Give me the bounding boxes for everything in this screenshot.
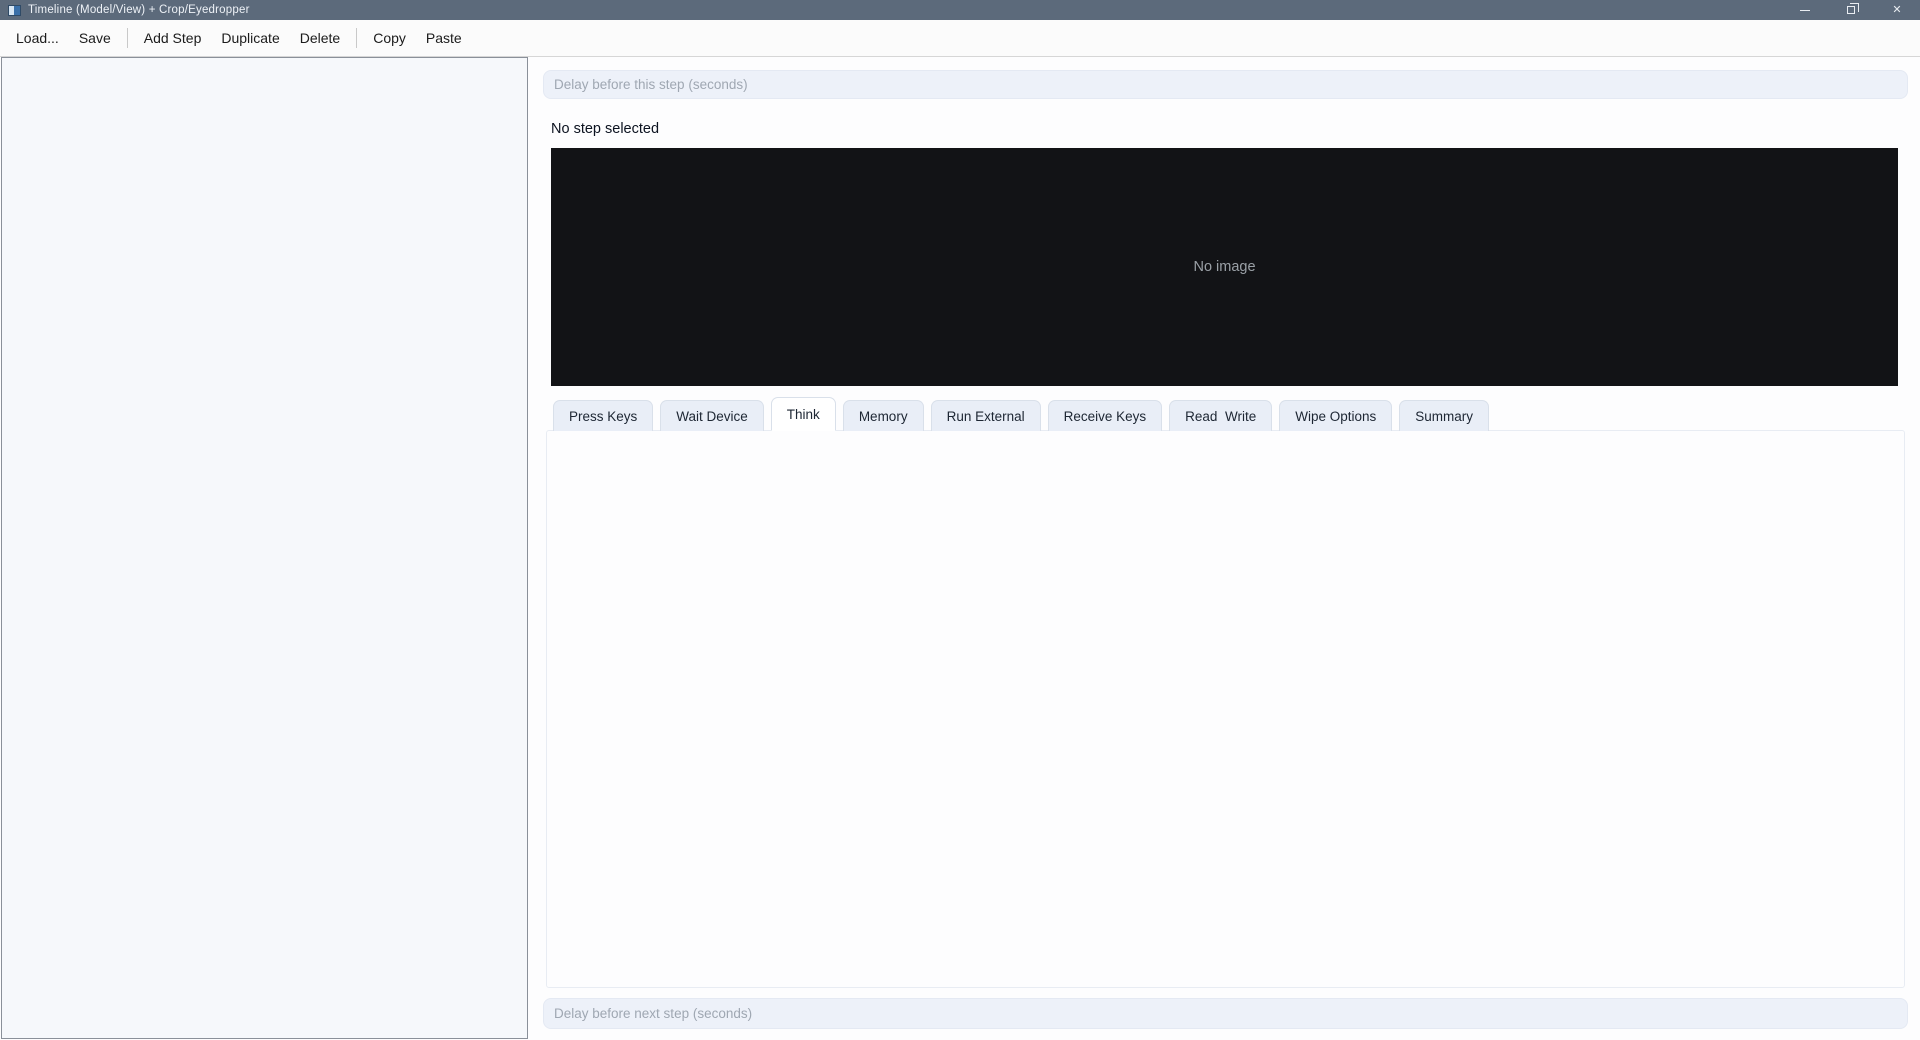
restore-button[interactable] bbox=[1828, 0, 1874, 20]
minimize-icon bbox=[1800, 9, 1810, 11]
tab-wait-device[interactable]: Wait Device bbox=[660, 400, 764, 431]
tab-summary[interactable]: Summary bbox=[1399, 400, 1490, 431]
timeline-step-list[interactable] bbox=[1, 57, 528, 1039]
close-icon: ✕ bbox=[1892, 3, 1902, 16]
tab-think[interactable]: Think bbox=[770, 397, 836, 431]
paste-button[interactable]: Paste bbox=[416, 25, 472, 51]
restore-icon bbox=[1847, 3, 1859, 14]
tab-memory[interactable]: Memory bbox=[842, 400, 924, 431]
delay-before-step-input[interactable] bbox=[543, 70, 1908, 99]
minimize-button[interactable] bbox=[1782, 0, 1828, 20]
close-button[interactable]: ✕ bbox=[1874, 0, 1920, 20]
no-image-label: No image bbox=[1193, 259, 1256, 275]
title-bar: Timeline (Model/View) + Crop/Eyedropper … bbox=[0, 0, 1920, 20]
app-icon bbox=[8, 4, 21, 16]
window-title: Timeline (Model/View) + Crop/Eyedropper bbox=[28, 4, 250, 16]
think-tab-panel bbox=[546, 430, 1905, 988]
window-controls: ✕ bbox=[1782, 0, 1920, 20]
tab-read-write[interactable]: Read Write bbox=[1169, 400, 1273, 431]
delete-button[interactable]: Delete bbox=[290, 25, 350, 51]
toolbar-separator bbox=[356, 28, 358, 48]
tab-run-external[interactable]: Run External bbox=[930, 400, 1041, 431]
save-button[interactable]: Save bbox=[69, 25, 121, 51]
duplicate-button[interactable]: Duplicate bbox=[211, 25, 289, 51]
add-step-button[interactable]: Add Step bbox=[134, 25, 212, 51]
tab-press-keys[interactable]: Press Keys bbox=[553, 400, 654, 431]
toolbar: Load... Save Add Step Duplicate Delete C… bbox=[0, 20, 1920, 57]
copy-button[interactable]: Copy bbox=[363, 25, 416, 51]
delay-before-next-step-input[interactable] bbox=[543, 998, 1908, 1029]
tab-receive-keys[interactable]: Receive Keys bbox=[1047, 400, 1163, 431]
step-type-tabs: Press Keys Wait Device Think Memory Run … bbox=[553, 397, 1490, 431]
app-window: Timeline (Model/View) + Crop/Eyedropper … bbox=[0, 0, 1920, 1040]
toolbar-separator bbox=[126, 28, 128, 48]
tab-wipe-options[interactable]: Wipe Options bbox=[1279, 400, 1393, 431]
step-status-label: No step selected bbox=[551, 121, 660, 137]
step-image-preview: No image bbox=[551, 148, 1898, 386]
load-button[interactable]: Load... bbox=[6, 25, 69, 51]
